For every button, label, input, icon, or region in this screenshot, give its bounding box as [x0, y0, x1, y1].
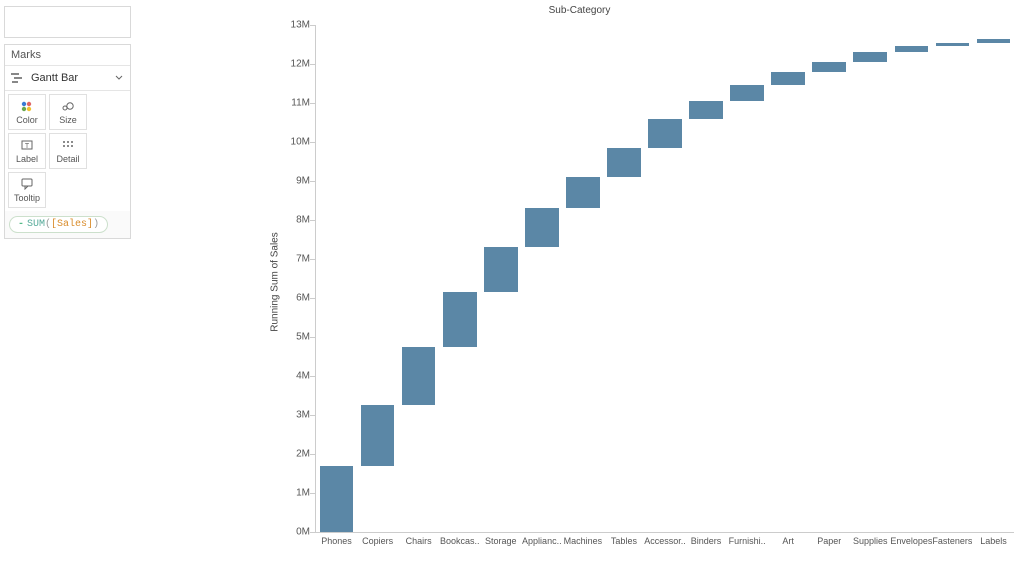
y-tick-label: 4M	[296, 371, 316, 382]
pill-fn: SUM	[27, 219, 45, 230]
x-tick-label: Binders	[691, 532, 722, 546]
x-tick-label: Fasteners	[932, 532, 972, 546]
waterfall-bar[interactable]	[484, 247, 518, 292]
y-tick-label: 2M	[296, 449, 316, 460]
waterfall-bar[interactable]	[977, 39, 1011, 42]
shelf-placeholder[interactable]	[4, 6, 131, 38]
marks-detail-button[interactable]: Detail	[49, 133, 87, 169]
waterfall-bar[interactable]	[320, 466, 354, 532]
pill-minus: -	[18, 219, 24, 230]
x-tick-label: Machines	[564, 532, 603, 546]
y-tick-label: 3M	[296, 410, 316, 421]
app-root: Marks Gantt Bar Color	[0, 0, 1024, 563]
pill-field: [Sales]	[51, 219, 93, 230]
x-tick-label: Accessor..	[644, 532, 686, 546]
marks-tooltip-button[interactable]: Tooltip	[8, 172, 46, 208]
y-axis-label: Running Sum of Sales	[270, 232, 281, 332]
tooltip-icon	[20, 177, 34, 191]
marks-size-button[interactable]: Size	[49, 94, 87, 130]
x-tick-label: Paper	[817, 532, 841, 546]
marks-detail-label: Detail	[56, 154, 79, 164]
plot-region[interactable]: 0M1M2M3M4M5M6M7M8M9M10M11M12M13MPhonesCo…	[315, 25, 1014, 533]
x-tick-label: Tables	[611, 532, 637, 546]
sidebar: Marks Gantt Bar Color	[0, 0, 135, 563]
y-tick-label: 5M	[296, 332, 316, 343]
mark-type-dropdown[interactable]: Gantt Bar	[5, 66, 130, 91]
x-tick-label: Furnishi..	[729, 532, 766, 546]
size-pill-sum-sales[interactable]: - SUM ( [Sales] )	[9, 216, 108, 233]
waterfall-bar[interactable]	[812, 62, 846, 72]
x-tick-label: Art	[782, 532, 794, 546]
x-tick-label: Supplies	[853, 532, 888, 546]
waterfall-bar[interactable]	[771, 72, 805, 86]
waterfall-bar[interactable]	[607, 148, 641, 177]
waterfall-bar[interactable]	[689, 101, 723, 119]
pill-close: )	[93, 219, 99, 230]
y-tick-label: 7M	[296, 254, 316, 265]
marks-title: Marks	[5, 45, 130, 66]
y-tick-label: 13M	[291, 20, 316, 31]
y-tick-label: 11M	[291, 98, 316, 109]
marks-label-label: Label	[16, 154, 38, 164]
marks-label-button[interactable]: T Label	[8, 133, 46, 169]
y-tick-label: 8M	[296, 215, 316, 226]
x-tick-label: Envelopes	[890, 532, 932, 546]
waterfall-bar[interactable]	[566, 177, 600, 208]
y-tick-label: 0M	[296, 527, 316, 538]
marks-size-label: Size	[59, 115, 77, 125]
size-icon	[61, 99, 75, 113]
chart-area[interactable]: Sub-Category Running Sum of Sales 0M1M2M…	[135, 0, 1024, 563]
waterfall-bar[interactable]	[853, 52, 887, 62]
mark-type-label: Gantt Bar	[31, 72, 114, 84]
y-tick-label: 1M	[296, 488, 316, 499]
marks-color-button[interactable]: Color	[8, 94, 46, 130]
label-icon: T	[20, 138, 34, 152]
color-icon	[20, 99, 34, 113]
detail-icon	[61, 138, 75, 152]
chart-title: Sub-Category	[135, 5, 1024, 16]
waterfall-bar[interactable]	[730, 85, 764, 101]
y-tick-label: 10M	[291, 137, 316, 148]
marks-pill-row: - SUM ( [Sales] )	[5, 211, 130, 238]
x-tick-label: Bookcas..	[440, 532, 480, 546]
waterfall-bar[interactable]	[895, 46, 929, 52]
y-tick-label: 6M	[296, 293, 316, 304]
y-tick-label: 9M	[296, 176, 316, 187]
x-tick-label: Phones	[321, 532, 352, 546]
marks-tooltip-label: Tooltip	[14, 193, 40, 203]
waterfall-bar[interactable]	[443, 292, 477, 347]
svg-text:T: T	[25, 143, 30, 150]
x-tick-label: Storage	[485, 532, 517, 546]
waterfall-bar[interactable]	[402, 347, 436, 406]
waterfall-bar[interactable]	[936, 43, 970, 47]
x-tick-label: Chairs	[406, 532, 432, 546]
x-tick-label: Applianc..	[522, 532, 562, 546]
marks-color-label: Color	[16, 115, 38, 125]
waterfall-bar[interactable]	[361, 405, 395, 465]
gantt-bar-icon	[11, 71, 25, 85]
waterfall-bar[interactable]	[648, 119, 682, 148]
chevron-down-icon	[114, 73, 124, 83]
waterfall-bar[interactable]	[525, 208, 559, 247]
x-tick-label: Copiers	[362, 532, 393, 546]
marks-card: Marks Gantt Bar Color	[4, 44, 131, 239]
marks-grid: Color Size T Label	[5, 91, 130, 211]
x-tick-label: Labels	[980, 532, 1007, 546]
y-tick-label: 12M	[291, 59, 316, 70]
